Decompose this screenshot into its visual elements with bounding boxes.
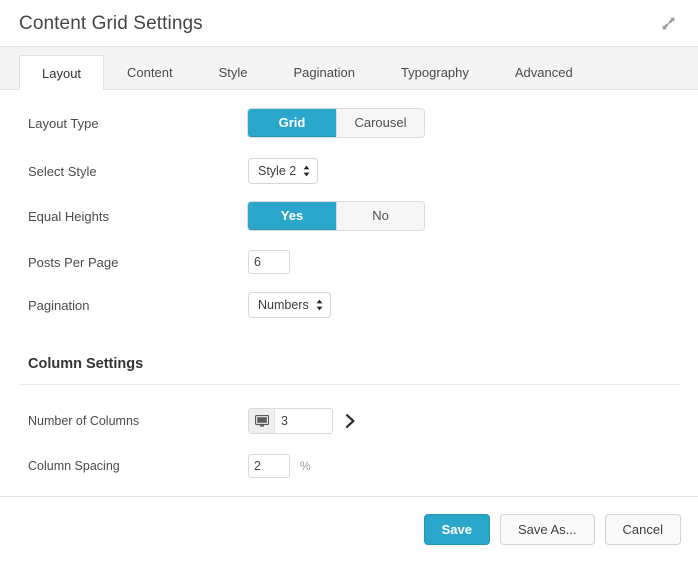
- row-column-spacing: Column Spacing %: [0, 454, 698, 478]
- tab-content[interactable]: Content: [104, 54, 196, 89]
- tab-style[interactable]: Style: [196, 54, 271, 89]
- dialog-header: Content Grid Settings: [0, 0, 698, 47]
- pagination-dropdown[interactable]: Numbers: [248, 292, 331, 318]
- posts-per-page-label: Posts Per Page: [28, 254, 119, 270]
- tab-advanced[interactable]: Advanced: [492, 54, 596, 89]
- row-equal-heights: Equal Heights Yes No: [0, 202, 698, 230]
- equal-heights-option-yes[interactable]: Yes: [248, 202, 336, 230]
- settings-tab-bar: Layout Content Style Pagination Typograp…: [0, 47, 698, 90]
- number-of-columns-group: [248, 408, 333, 434]
- column-spacing-unit: %: [300, 459, 311, 473]
- tab-typography-label: Typography: [400, 65, 469, 80]
- number-of-columns-label: Number of Columns: [28, 414, 140, 428]
- dialog-footer: Save Save As... Cancel: [0, 496, 698, 561]
- column-settings-section: Column Settings: [0, 356, 698, 385]
- tab-advanced-label: Advanced: [514, 65, 573, 80]
- number-of-columns-input[interactable]: [275, 409, 332, 433]
- tab-style-label: Style: [218, 65, 248, 80]
- select-style-value: Style 2: [258, 164, 297, 178]
- tab-layout[interactable]: Layout: [19, 55, 105, 90]
- row-select-style: Select Style Style 2: [0, 158, 698, 184]
- cancel-button[interactable]: Cancel: [604, 513, 681, 545]
- select-updown-icon: [303, 165, 310, 177]
- desktop-monitor-icon: [249, 409, 275, 433]
- pagination-label: Pagination: [28, 297, 90, 313]
- section-divider: [19, 384, 679, 385]
- select-style-dropdown[interactable]: Style 2: [248, 158, 319, 184]
- pagination-value: Numbers: [258, 298, 309, 312]
- tab-pagination[interactable]: Pagination: [271, 54, 378, 89]
- equal-heights-label: Equal Heights: [28, 208, 109, 224]
- layout-tab-panel: Layout Type Grid Carousel Select Style S…: [0, 90, 698, 496]
- column-settings-title: Column Settings: [28, 356, 144, 372]
- expand-diagonal-icon[interactable]: [656, 11, 680, 35]
- layout-type-toggle: Grid Carousel: [248, 109, 424, 137]
- tab-content-label: Content: [127, 65, 173, 80]
- row-pagination: Pagination Numbers: [0, 292, 698, 318]
- row-posts-per-page: Posts Per Page: [0, 250, 698, 274]
- column-spacing-label: Column Spacing: [28, 459, 120, 473]
- select-updown-icon: [316, 299, 323, 311]
- column-spacing-input[interactable]: [248, 454, 290, 478]
- layout-type-option-grid[interactable]: Grid: [248, 109, 336, 137]
- content-grid-settings-dialog: Content Grid Settings Layout Content Sty…: [0, 0, 698, 561]
- save-button[interactable]: Save: [423, 513, 490, 545]
- tab-typography[interactable]: Typography: [378, 54, 492, 89]
- tab-layout-label: Layout: [42, 66, 82, 81]
- row-number-of-columns: Number of Columns: [0, 408, 698, 434]
- posts-per-page-input[interactable]: [248, 250, 290, 274]
- row-layout-type: Layout Type Grid Carousel: [0, 109, 698, 137]
- layout-type-option-carousel[interactable]: Carousel: [336, 109, 424, 137]
- equal-heights-option-no[interactable]: No: [336, 202, 424, 230]
- select-style-label: Select Style: [28, 163, 97, 179]
- save-as-button[interactable]: Save As...: [499, 513, 595, 545]
- page-title: Content Grid Settings: [19, 12, 203, 34]
- layout-type-label: Layout Type: [28, 115, 99, 131]
- chevron-right-icon[interactable]: [345, 414, 356, 428]
- tab-pagination-label: Pagination: [293, 65, 355, 80]
- equal-heights-toggle: Yes No: [248, 202, 424, 230]
